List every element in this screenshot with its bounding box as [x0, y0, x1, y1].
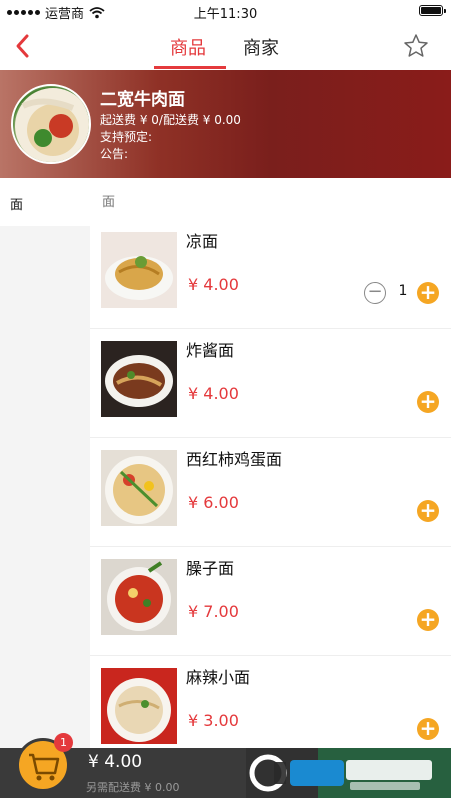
item-image [101, 341, 177, 417]
list-item[interactable]: 臊子面 ¥ 7.00 + [90, 547, 451, 656]
list-item[interactable]: 西红柿鸡蛋面 ¥ 6.00 + [90, 438, 451, 547]
nav-bar: 商品 商家 [0, 22, 451, 70]
section-title: 面 [90, 178, 451, 220]
tab-active-indicator [154, 66, 226, 69]
cart-count-badge: 1 [54, 733, 73, 752]
plus-icon[interactable]: + [417, 500, 439, 522]
tab-shop[interactable]: 商家 [243, 34, 279, 70]
item-price: ¥ 4.00 [188, 384, 239, 403]
status-time: 上午11:30 [193, 7, 258, 22]
minus-icon[interactable]: − [364, 282, 386, 304]
item-name: 臊子面 [186, 559, 235, 578]
item-quantity: 1 [398, 283, 408, 299]
item-image [101, 668, 177, 744]
item-price: ¥ 7.00 [188, 602, 239, 621]
item-price: ¥ 3.00 [188, 711, 239, 730]
shop-banner: 二宽牛肉面 起送费 ¥ 0/配送费 ¥ 0.00 支持预定: 公告: [0, 70, 451, 178]
item-price: ¥ 4.00 [188, 275, 239, 294]
item-name: 炸酱面 [186, 341, 235, 360]
plus-icon[interactable]: + [417, 718, 439, 740]
item-name: 西红柿鸡蛋面 [186, 450, 283, 469]
sidebar-item-noodles[interactable]: 面 [0, 178, 90, 226]
item-price: ¥ 6.00 [188, 493, 239, 512]
tab-goods[interactable]: 商品 [170, 34, 206, 70]
checkout-button[interactable] [318, 748, 451, 798]
cart-total: ¥ 4.00 [88, 752, 143, 772]
battery-icon [419, 5, 446, 16]
item-image [101, 559, 177, 635]
item-name: 凉面 [186, 232, 219, 251]
item-name: 麻辣小面 [186, 668, 251, 687]
status-bar: 运营商 上午11:30 [0, 0, 451, 22]
shop-notice: 公告: [100, 147, 129, 161]
star-icon[interactable] [403, 33, 429, 59]
item-image [101, 450, 177, 526]
list-item[interactable]: 凉面 ¥ 4.00 − 1 + [90, 220, 451, 329]
category-sidebar: 面 [0, 178, 90, 748]
list-item[interactable]: 炸酱面 ¥ 4.00 + [90, 329, 451, 438]
shop-avatar [11, 84, 91, 164]
shop-reserve-info: 支持预定: [100, 130, 153, 144]
delivery-fee-note: 另需配送费 ¥ 0.00 [86, 781, 180, 794]
shop-fee-info: 起送费 ¥ 0/配送费 ¥ 0.00 [100, 113, 241, 127]
plus-icon[interactable]: + [417, 609, 439, 631]
plus-icon[interactable]: + [417, 282, 439, 304]
shop-name: 二宽牛肉面 [100, 90, 185, 110]
item-image [101, 232, 177, 308]
plus-icon[interactable]: + [417, 391, 439, 413]
back-arrow-icon[interactable] [8, 30, 38, 62]
